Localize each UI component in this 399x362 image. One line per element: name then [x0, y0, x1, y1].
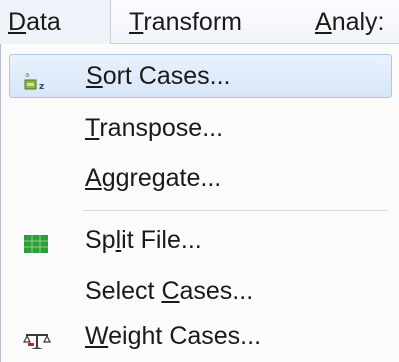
- weight-cases-label: Weight Cases...: [85, 322, 262, 350]
- select-cases-label: Select Cases...: [85, 277, 254, 305]
- transpose-label: Transpose...: [85, 114, 224, 142]
- menu-data[interactable]: Data: [0, 0, 111, 44]
- menu-item-split-file[interactable]: Split File...: [9, 218, 392, 262]
- data-menu-dropdown: a z Sort Cases... Transpose... Aggregate…: [0, 44, 399, 362]
- svg-text:z: z: [39, 82, 44, 92]
- menu-item-select-cases[interactable]: Select Cases...: [9, 269, 392, 313]
- sort-cases-label: Sort Cases...: [86, 62, 231, 90]
- aggregate-label: Aggregate...: [85, 164, 222, 192]
- menu-item-sort-cases[interactable]: a z Sort Cases...: [9, 54, 392, 98]
- menu-analyze[interactable]: Analy:: [315, 0, 399, 44]
- menu-data-mnemonic: D: [8, 7, 27, 36]
- sort-cases-icon: a z: [24, 64, 52, 92]
- menu-item-transpose[interactable]: Transpose...: [9, 106, 392, 150]
- split-file-label: Split File...: [85, 226, 202, 254]
- menu-separator: [83, 210, 388, 211]
- split-file-icon: [23, 227, 51, 253]
- menu-analyze-mnemonic: A: [315, 7, 332, 36]
- menu-bar: Data Transform Analy:: [0, 0, 399, 44]
- svg-text:a: a: [25, 71, 29, 79]
- menu-analyze-label: naly:: [331, 7, 385, 36]
- menu-transform-label: ransform: [143, 7, 242, 36]
- menu-transform[interactable]: Transform: [111, 0, 315, 44]
- weight-cases-icon: [23, 323, 51, 349]
- menu-data-label: ata: [26, 7, 61, 36]
- menu-transform-mnemonic: T: [129, 7, 144, 36]
- menu-item-weight-cases[interactable]: Weight Cases...: [9, 314, 392, 358]
- menu-item-aggregate[interactable]: Aggregate...: [9, 156, 392, 200]
